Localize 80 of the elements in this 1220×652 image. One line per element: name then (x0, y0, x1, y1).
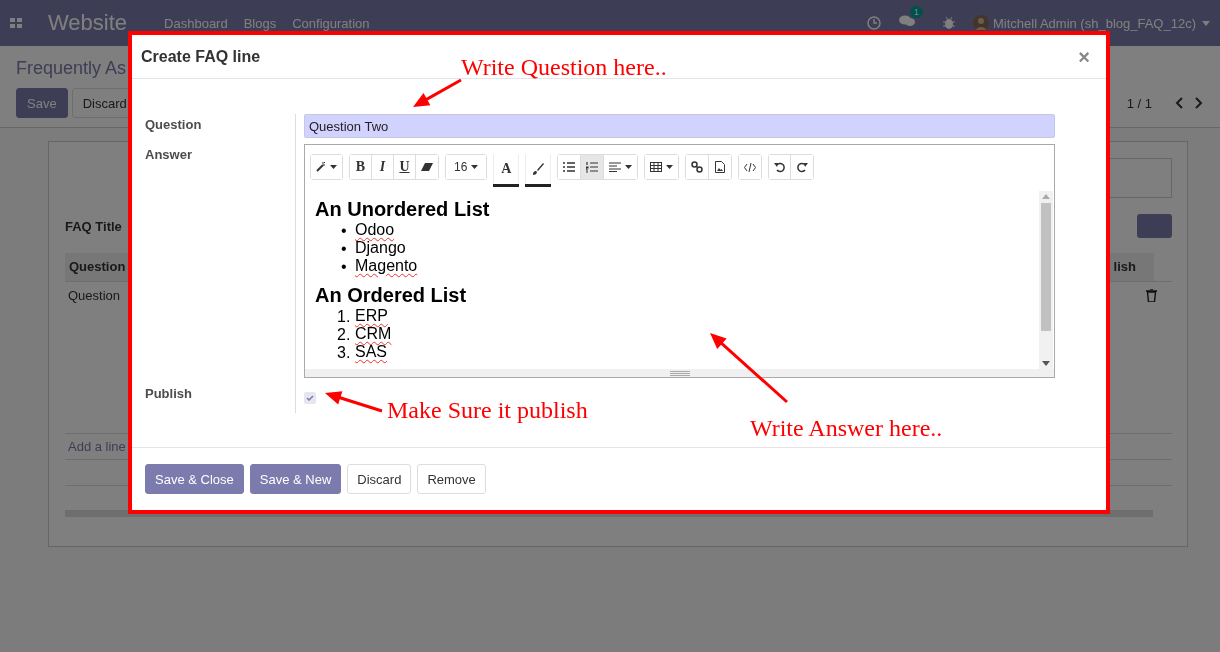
list-number: 1. (336, 309, 352, 325)
grip-icon (669, 370, 690, 376)
caret-icon (625, 165, 633, 169)
link-icon (691, 161, 704, 173)
user-menu[interactable]: Mitchell Admin (sh_blog_FAQ_12c) (992, 15, 1196, 31)
trash-icon[interactable] (1146, 289, 1157, 302)
content-heading: An Unordered List (315, 198, 491, 220)
clock-icon[interactable] (866, 16, 881, 30)
toolbar-button[interactable]: A (493, 154, 520, 184)
caret-icon (330, 165, 337, 169)
scroll-down-icon[interactable] (1042, 361, 1050, 366)
table-cell: Question (68, 288, 121, 303)
pager: 1 / 1 (1126, 95, 1152, 111)
publish-checkbox[interactable] (304, 392, 316, 404)
list-number: 2. (336, 327, 352, 343)
resize-handle[interactable] (305, 369, 1054, 377)
undo-icon (774, 161, 786, 173)
annotation-text: Write Answer here.. (750, 415, 943, 442)
dialog-button[interactable]: Remove (417, 464, 486, 494)
caret-icon (666, 165, 674, 169)
annotation-text: Write Question here.. (461, 54, 667, 81)
question-input[interactable]: Question Two (304, 114, 1055, 138)
apps-menu-icon[interactable] (10, 17, 23, 29)
bullet: • (340, 259, 348, 275)
menu-item[interactable]: Configuration (292, 15, 370, 31)
annotation-text: Make Sure it publish (387, 397, 588, 424)
toolbar-button[interactable] (525, 154, 552, 184)
toolbar-button[interactable]: B (350, 155, 372, 179)
table-icon (650, 162, 663, 172)
list-item: Odoo (355, 223, 395, 240)
list-item: Magento (355, 259, 418, 276)
toolbar-button[interactable] (769, 155, 792, 179)
code-icon (744, 162, 757, 172)
next-icon[interactable] (1194, 97, 1204, 109)
bullet-list-icon (563, 162, 576, 172)
app-name: Website (48, 10, 128, 36)
list-item: CRM (355, 327, 392, 344)
numbered-list-icon (586, 161, 599, 173)
bullet: • (340, 223, 348, 239)
menu-item[interactable]: Blogs (243, 15, 277, 31)
bullet: • (340, 241, 348, 257)
chat-icon[interactable] (898, 14, 915, 28)
scrollbar[interactable] (1039, 191, 1053, 369)
menu-item[interactable]: Dashboard (164, 15, 228, 31)
list-item: Django (355, 241, 406, 258)
previous-icon[interactable] (1174, 97, 1184, 109)
annotation-arrow (325, 391, 383, 413)
dialog-button[interactable]: Save & New (249, 464, 342, 494)
list-number: 3. (336, 345, 352, 361)
image-icon (715, 161, 726, 173)
action-button[interactable]: Save (16, 88, 68, 118)
align-left-icon (609, 162, 622, 172)
notification-badge: 1 (909, 6, 923, 18)
list-item: SAS (355, 345, 387, 362)
column-header: Question (65, 253, 130, 281)
eraser-icon (421, 162, 433, 172)
dialog-button[interactable]: Discard (347, 464, 412, 494)
field-label: Publish (145, 385, 192, 401)
dialog-button[interactable]: Save & Close (145, 464, 244, 494)
add-line-link[interactable]: Add a line (68, 439, 126, 454)
close-button[interactable]: × (1078, 46, 1090, 67)
brush-icon (532, 163, 545, 175)
toolbar-button[interactable] (686, 155, 710, 179)
dialog-title: Create FAQ line (141, 47, 261, 66)
toolbar-button[interactable] (558, 155, 582, 179)
rich-text-editor[interactable]: B I U 16 A An Unordered List • Odoo • Django • Magento An Ordered List 1. ERP 2. CRM 3. SAS (304, 144, 1055, 378)
field-label: Question (145, 116, 202, 132)
magic-wand-icon (316, 162, 326, 172)
toolbar-button[interactable]: 16 (446, 155, 487, 179)
toolbar-button[interactable] (645, 155, 679, 179)
content-heading: An Ordered List (315, 284, 468, 306)
field-label: FAQ Title (65, 218, 122, 234)
caret-icon (1202, 20, 1210, 26)
caret-icon (471, 165, 479, 169)
list-item: ERP (355, 309, 388, 326)
field-label: Answer (145, 146, 192, 162)
annotation-arrow (413, 78, 462, 107)
toolbar-button[interactable] (311, 155, 342, 179)
bug-icon[interactable] (942, 16, 955, 30)
redo-icon (796, 161, 808, 173)
